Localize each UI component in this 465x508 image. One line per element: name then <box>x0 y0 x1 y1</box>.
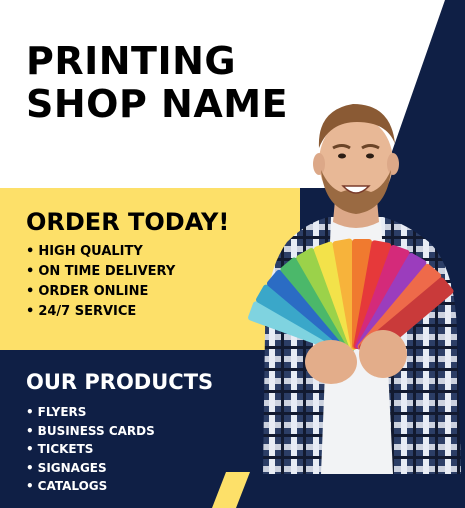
left-hand <box>305 340 357 384</box>
person-with-color-swatches <box>248 104 461 474</box>
product-label: FLYERS <box>37 405 87 419</box>
bullet-icon: • <box>26 423 34 438</box>
product-label: SIGNAGES <box>37 460 107 475</box>
bullet-icon: • <box>26 479 34 493</box>
feature-item: • ORDER ONLINE <box>26 282 229 302</box>
bullet-icon: • <box>26 284 35 299</box>
product-item: • SIGNAGES <box>26 459 213 478</box>
product-item: • FLYERS <box>26 403 213 422</box>
product-label: BUSINESS CARDS <box>37 423 155 438</box>
product-list: • FLYERS • BUSINESS CARDS • TICKETS • SIGNAG… <box>26 403 213 496</box>
bullet-icon: • <box>26 460 34 475</box>
product-label: TICKETS <box>37 442 94 456</box>
products-section: OUR PRODUCTS • FLYERS • BUSINESS CARDS • TI… <box>26 372 213 496</box>
order-section: ORDER TODAY! • HIGH QUALITY • ON TIME DELI… <box>26 210 229 322</box>
bullet-icon: • <box>26 442 34 456</box>
feature-item: • 24/7 SERVICE <box>26 302 229 322</box>
feature-label: HIGH QUALITY <box>38 244 143 259</box>
feature-item: • ON TIME DELIVERY <box>26 262 229 282</box>
title-line-1: PRINTING <box>26 39 237 83</box>
bullet-icon: • <box>26 264 35 279</box>
feature-label: 24/7 SERVICE <box>38 304 137 319</box>
right-hand <box>359 330 407 378</box>
product-label: CATALOGS <box>37 479 108 493</box>
yellow-slash-accent <box>212 472 250 508</box>
bullet-icon: • <box>26 304 35 319</box>
feature-item: • HIGH QUALITY <box>26 242 229 262</box>
bullet-icon: • <box>26 405 34 419</box>
product-item: • TICKETS <box>26 440 213 459</box>
products-heading: OUR PRODUCTS <box>26 370 214 394</box>
feature-list: • HIGH QUALITY • ON TIME DELIVERY • ORDER O… <box>26 242 229 322</box>
product-item: • CATALOGS <box>26 477 213 496</box>
bullet-icon: • <box>26 244 35 259</box>
feature-label: ORDER ONLINE <box>38 284 149 299</box>
feature-label: ON TIME DELIVERY <box>38 264 176 279</box>
order-heading: ORDER TODAY! <box>26 208 230 236</box>
product-item: • BUSINESS CARDS <box>26 422 213 441</box>
